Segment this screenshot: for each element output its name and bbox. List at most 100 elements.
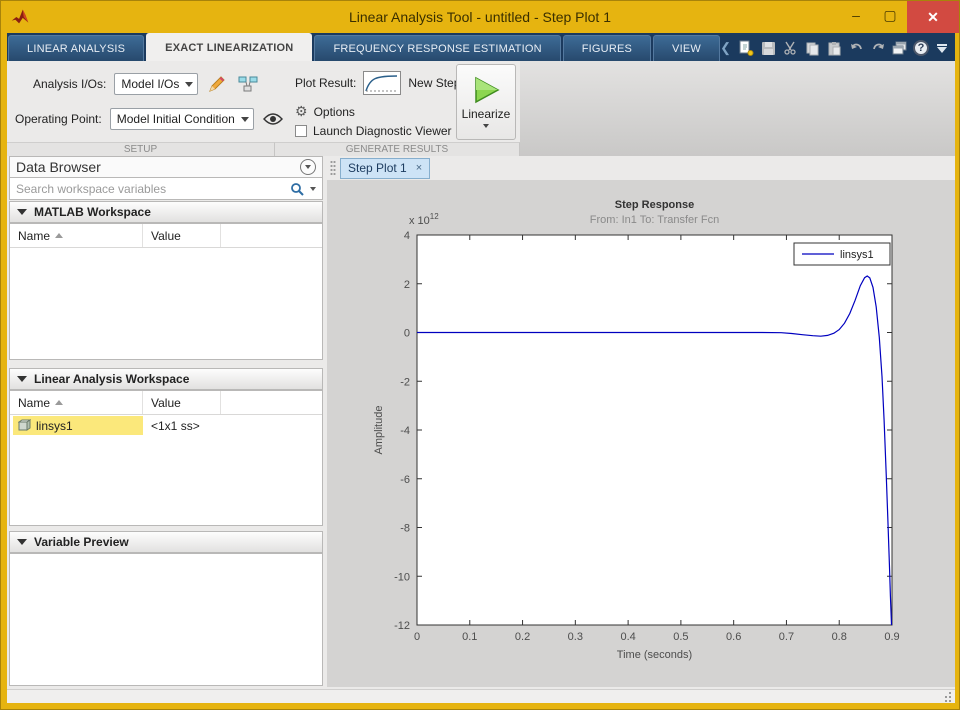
- linearize-button[interactable]: Linearize: [456, 64, 516, 140]
- drag-handle[interactable]: [330, 160, 336, 176]
- svg-text:0.3: 0.3: [568, 631, 583, 643]
- svg-text:linsys1: linsys1: [840, 249, 874, 261]
- minimize-button[interactable]: –: [839, 1, 873, 29]
- new-session-icon[interactable]: [737, 39, 755, 57]
- svg-text:0: 0: [414, 631, 420, 643]
- eye-icon[interactable]: [262, 109, 284, 129]
- ribbon-tab-bar: LINEAR ANALYSIS EXACT LINEARIZATION FREQ…: [7, 33, 955, 61]
- svg-text:-2: -2: [400, 376, 410, 388]
- title-bar: Linear Analysis Tool - untitled - Step P…: [1, 1, 959, 33]
- close-button[interactable]: ✕: [907, 1, 959, 33]
- search-input[interactable]: [16, 181, 284, 196]
- svg-text:-6: -6: [400, 474, 410, 486]
- sort-asc-icon: [55, 233, 64, 238]
- chevron-down-icon: [483, 124, 489, 128]
- close-tab-icon[interactable]: ×: [416, 162, 422, 174]
- cut-icon[interactable]: [781, 39, 799, 57]
- paste-icon[interactable]: [825, 39, 843, 57]
- ribbon-empty-area: [520, 61, 955, 156]
- column-header-name[interactable]: Name: [10, 391, 143, 414]
- variable-preview-box: [9, 553, 323, 686]
- plot-panel: Step Plot 1 × 0 0.1 0.2 0.3 0.4 0.5 0.6 0.7 0.8 0…: [327, 156, 955, 687]
- save-icon[interactable]: [759, 39, 777, 57]
- svg-text:-4: -4: [400, 425, 410, 437]
- svg-text:-12: -12: [394, 620, 410, 632]
- app-window: Linear Analysis Tool - untitled - Step P…: [0, 0, 960, 710]
- copy-icon[interactable]: [803, 39, 821, 57]
- svg-text:0.7: 0.7: [779, 631, 794, 643]
- chevron-down-icon: [185, 81, 194, 87]
- svg-text:-10: -10: [394, 571, 410, 583]
- operating-point-label: Operating Point:: [15, 112, 102, 126]
- step-response-chart: 0 0.1 0.2 0.3 0.4 0.5 0.6 0.7 0.8 0.9 4 2 0 -2 -4 -6 -8 -…: [373, 199, 900, 661]
- quick-access-toolbar: ❮ ?: [718, 36, 953, 60]
- tab-view[interactable]: VIEW: [653, 35, 720, 61]
- linear-analysis-workspace-table: Name Value linsys1 <1x1 ss>: [9, 390, 323, 526]
- analysis-ios-dropdown[interactable]: Model I/Os: [114, 73, 199, 95]
- svg-text:0.2: 0.2: [515, 631, 530, 643]
- gear-icon: ⚙: [295, 103, 308, 119]
- column-header-value[interactable]: Value: [143, 391, 221, 414]
- linear-analysis-workspace-header[interactable]: Linear Analysis Workspace: [9, 368, 323, 390]
- variable-preview-header[interactable]: Variable Preview: [9, 531, 323, 553]
- svg-text:2: 2: [404, 279, 410, 291]
- table-row-linsys1[interactable]: linsys1 <1x1 ss>: [10, 415, 322, 436]
- status-bar: [7, 689, 955, 703]
- sort-asc-icon: [55, 400, 64, 405]
- state-space-cube-icon: [18, 419, 31, 431]
- search-box: [9, 178, 323, 200]
- undo-icon[interactable]: [847, 39, 865, 57]
- collapse-icon: [17, 539, 27, 545]
- window-layout-icon[interactable]: [891, 39, 909, 57]
- column-header-name[interactable]: Name: [10, 224, 143, 247]
- ribbon: Analysis I/Os: Model I/Os Operating Poin…: [7, 61, 955, 156]
- svg-text:Amplitude: Amplitude: [373, 406, 385, 455]
- svg-text:0.9: 0.9: [884, 631, 899, 643]
- search-options-icon[interactable]: [310, 186, 316, 191]
- collapse-icon: [17, 209, 27, 215]
- operating-point-dropdown[interactable]: Model Initial Condition: [109, 108, 254, 130]
- collapse-ribbon-icon[interactable]: [933, 39, 951, 57]
- matlab-workspace-table: Name Value: [9, 223, 323, 360]
- redo-icon[interactable]: [869, 39, 887, 57]
- launch-diagnostic-checkbox[interactable]: Launch Diagnostic Viewer: [295, 124, 452, 138]
- svg-text:0.8: 0.8: [832, 631, 847, 643]
- data-browser-title: Data Browser: [16, 159, 101, 175]
- plot-result-label: Plot Result:: [295, 76, 357, 90]
- matlab-workspace-header[interactable]: MATLAB Workspace: [9, 201, 323, 223]
- svg-text:0.6: 0.6: [726, 631, 741, 643]
- analysis-ios-label: Analysis I/Os:: [33, 77, 107, 91]
- help-icon[interactable]: ?: [913, 40, 929, 56]
- generate-results-section-label: GENERATE RESULTS: [275, 142, 520, 156]
- variable-name: linsys1: [36, 418, 73, 433]
- collapse-icon: [17, 376, 27, 382]
- step-response-plot[interactable]: 0 0.1 0.2 0.3 0.4 0.5 0.6 0.7 0.8 0.9 4 2 0 -2 -4 -6 -8 -…: [327, 180, 955, 687]
- block-diagram-icon[interactable]: [236, 73, 260, 95]
- tab-figures[interactable]: FIGURES: [562, 35, 652, 61]
- tab-exact-linearization[interactable]: EXACT LINEARIZATION: [146, 33, 313, 61]
- maximize-button[interactable]: ▢: [873, 1, 907, 29]
- search-icon[interactable]: [290, 182, 304, 196]
- svg-text:Step Response: Step Response: [615, 199, 694, 211]
- checkbox-icon: [295, 125, 307, 137]
- svg-text:Time (seconds): Time (seconds): [617, 649, 692, 661]
- svg-text:4: 4: [404, 230, 410, 242]
- panel-menu-icon[interactable]: [300, 159, 316, 175]
- edit-pencil-icon[interactable]: [206, 73, 228, 95]
- svg-text:0.5: 0.5: [673, 631, 688, 643]
- options-button[interactable]: ⚙ Options: [295, 103, 355, 120]
- svg-text:x 1012: x 1012: [409, 212, 439, 227]
- svg-text:-8: -8: [400, 523, 410, 535]
- tab-frequency-response-estimation[interactable]: FREQUENCY RESPONSE ESTIMATION: [314, 35, 561, 61]
- svg-text:0.4: 0.4: [620, 631, 635, 643]
- window-title: Linear Analysis Tool - untitled - Step P…: [348, 9, 611, 25]
- resize-grip[interactable]: [943, 692, 953, 702]
- step-plot-thumbnail-icon: [363, 71, 402, 95]
- column-header-value[interactable]: Value: [143, 224, 221, 247]
- main-area: Data Browser MATLAB Workspace Name: [7, 156, 955, 689]
- chevron-left-icon: ❮: [720, 40, 731, 55]
- variable-value: <1x1 ss>: [151, 418, 200, 433]
- tab-linear-analysis[interactable]: LINEAR ANALYSIS: [8, 35, 145, 61]
- svg-text:0.1: 0.1: [462, 631, 477, 643]
- tab-step-plot-1[interactable]: Step Plot 1 ×: [340, 157, 431, 179]
